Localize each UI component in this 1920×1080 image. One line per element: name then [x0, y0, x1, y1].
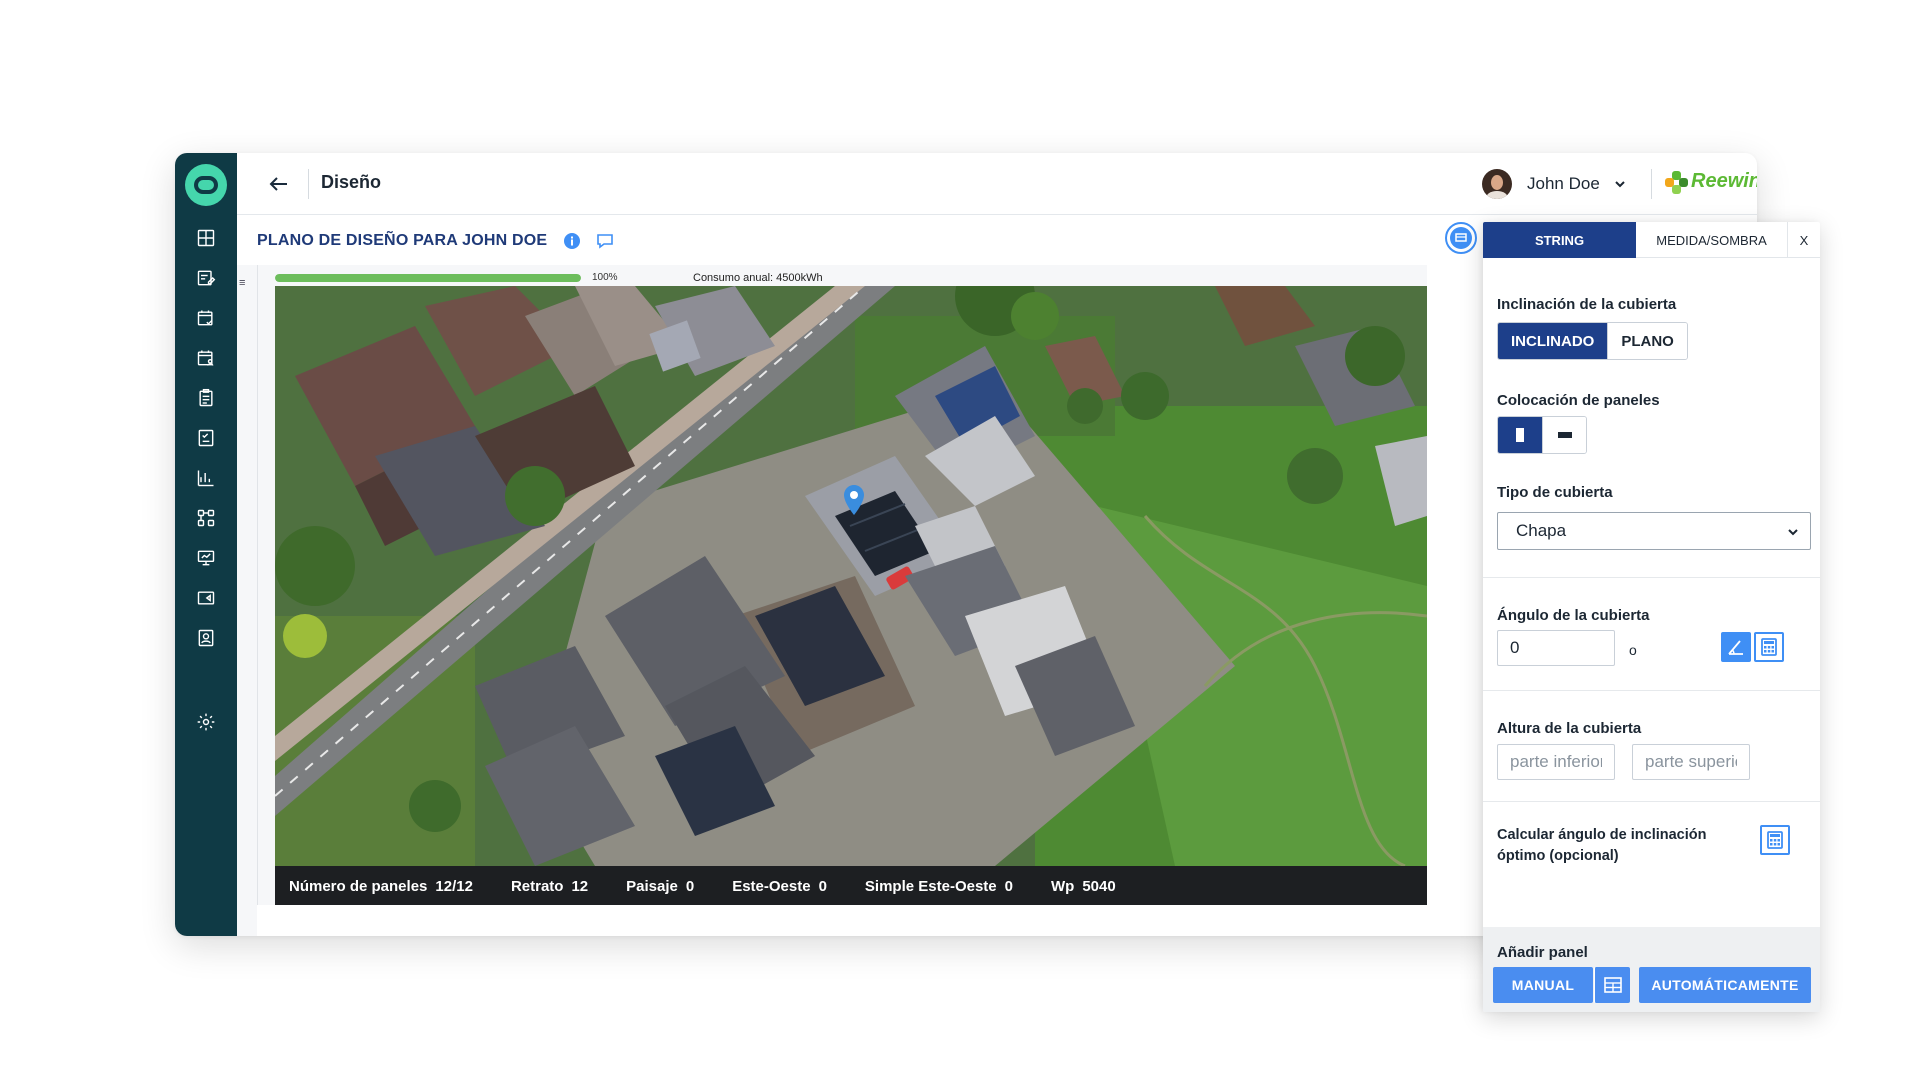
roof-height-label: Altura de la cubierta	[1497, 720, 1642, 737]
comment-icon[interactable]	[596, 232, 614, 250]
ticket-icon[interactable]	[194, 586, 218, 610]
stat-item: Retrato 12	[510, 877, 589, 895]
workspace-ruler	[257, 265, 258, 936]
add-automatic-button[interactable]: AUTOMÁTICAMENTE	[1639, 967, 1811, 1003]
brand-logo: Reewinewe	[1665, 170, 1757, 194]
roof-angle-input[interactable]	[1497, 630, 1615, 666]
brand-cross-icon	[1665, 170, 1688, 194]
presentation-icon[interactable]	[194, 546, 218, 570]
roof-type-label: Tipo de cubierta	[1497, 484, 1613, 501]
plan-title: PLANO DE DISEÑO PARA JOHN DOE	[257, 232, 548, 249]
grid-panel-icon[interactable]	[1594, 967, 1630, 1003]
stat-item: Paisaje 0	[626, 877, 695, 895]
panel-tabs: STRING MEDIDA/SOMBRA X	[1483, 222, 1820, 258]
progress-fill	[275, 274, 581, 282]
portrait-panel-icon[interactable]	[1498, 417, 1542, 453]
edit-list-icon[interactable]	[194, 266, 218, 290]
roof-height-lower-input[interactable]	[1497, 744, 1615, 780]
calendar-user-icon[interactable]	[194, 346, 218, 370]
optimal-angle-sublabel: óptimo (opcional)	[1497, 848, 1619, 864]
roof-type-value: Chapa	[1516, 521, 1567, 540]
roof-type-select[interactable]: Chapa	[1497, 512, 1811, 550]
workspace-footer	[257, 905, 1427, 936]
avatar[interactable]	[1482, 169, 1512, 199]
stat-item: Número de paneles 12/12	[289, 877, 473, 895]
info-icon[interactable]	[563, 232, 581, 250]
roof-angle-label: Ángulo de la cubierta	[1497, 607, 1650, 624]
header-divider	[1651, 169, 1652, 199]
add-panel-section: Añadir panel MANUAL AUTOMÁTICAMENTE	[1483, 927, 1820, 1012]
network-icon[interactable]	[194, 506, 218, 530]
user-name[interactable]: John Doe	[1527, 174, 1600, 194]
panel-stats-bar: Número de paneles 12/12 Retrato 12 Paisaje…	[275, 866, 1427, 906]
landscape-panel-icon[interactable]	[1542, 417, 1586, 453]
contact-card-icon[interactable]	[194, 626, 218, 650]
roof-tilt-label: Inclinación de la cubierta	[1497, 296, 1677, 313]
stat-item: Este-Oeste 0	[732, 877, 827, 895]
page-title: Diseño	[321, 172, 382, 192]
divider	[1483, 801, 1820, 802]
optimal-angle-label: Calcular ángulo de inclinación	[1497, 827, 1707, 843]
design-workspace: ≡ 100% Consumo anual: 4500kWh Número de …	[237, 265, 1427, 936]
chevron-down-icon	[1788, 529, 1798, 536]
chevron-down-icon[interactable]	[1613, 177, 1627, 191]
back-arrow-icon[interactable]	[267, 172, 293, 196]
close-panel-button[interactable]: X	[1788, 222, 1820, 258]
progress-bar	[275, 274, 581, 282]
sidebar	[175, 153, 237, 936]
roof-height-upper-input[interactable]	[1632, 744, 1750, 780]
stat-item: Simple Este-Oeste 0	[864, 877, 1013, 895]
clipboard-icon[interactable]	[194, 386, 218, 410]
annual-consumption: Consumo anual: 4500kWh	[693, 272, 823, 284]
location-pin-icon[interactable]	[843, 484, 865, 516]
header-divider	[308, 169, 309, 199]
roof-tilt-toggle: INCLINADO PLANO	[1497, 322, 1688, 360]
add-panel-label: Añadir panel	[1497, 944, 1588, 961]
add-manual-button[interactable]: MANUAL	[1493, 967, 1593, 1003]
placement-toggle	[1497, 416, 1587, 454]
dashboard-icon[interactable]	[194, 226, 218, 250]
top-header: Diseño John Doe Reewinewe	[237, 153, 1757, 215]
bar-chart-icon[interactable]	[194, 466, 218, 490]
tab-medida-sombra[interactable]: MEDIDA/SOMBRA	[1636, 222, 1788, 258]
degree-unit: o	[1629, 642, 1637, 658]
menu-icon[interactable]: ≡	[239, 277, 245, 289]
divider	[1483, 690, 1820, 691]
aerial-map[interactable]	[275, 286, 1427, 866]
tab-string[interactable]: STRING	[1483, 222, 1636, 258]
calculator-icon[interactable]	[1754, 632, 1784, 662]
gear-icon[interactable]	[194, 710, 218, 734]
divider	[1483, 577, 1820, 578]
checklist-icon[interactable]	[194, 426, 218, 450]
progress-percent: 100%	[592, 272, 618, 283]
optimal-calculator-icon[interactable]	[1760, 825, 1790, 855]
map-view-button[interactable]	[1445, 222, 1477, 254]
tilt-inclinado-button[interactable]: INCLINADO	[1498, 323, 1608, 359]
angle-tool-icon[interactable]	[1721, 632, 1751, 662]
brand-name: Reewinewe	[1691, 170, 1757, 192]
stat-item: Wp 5040	[1050, 877, 1116, 895]
properties-panel: STRING MEDIDA/SOMBRA X Inclinación de la…	[1483, 222, 1820, 1012]
calendar-check-icon[interactable]	[194, 306, 218, 330]
app-logo[interactable]	[185, 164, 227, 206]
panel-placement-label: Colocación de paneles	[1497, 392, 1660, 409]
tilt-plano-button[interactable]: PLANO	[1607, 323, 1687, 359]
